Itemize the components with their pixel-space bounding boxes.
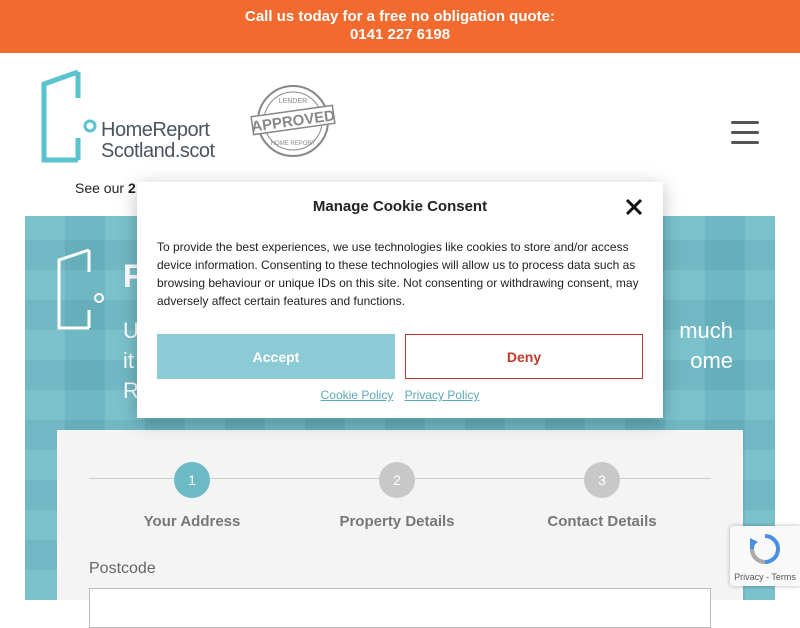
site-logo[interactable]: HomeReport Scotland.scot: [40, 68, 240, 163]
step-contact-details[interactable]: 3 Contact Details: [522, 462, 682, 530]
menu-hamburger-icon[interactable]: [731, 121, 759, 145]
recaptcha-icon: [750, 534, 780, 564]
modal-body-text: To provide the best experiences, we use …: [157, 240, 639, 308]
phone-number-link[interactable]: 0141 227 6198: [0, 26, 800, 44]
deny-button[interactable]: Deny: [405, 334, 643, 379]
reviews-strip[interactable]: See our 2: [75, 180, 136, 196]
modal-links: Cookie Policy Privacy Policy: [137, 388, 663, 402]
logo-door-icon: [41, 69, 97, 163]
close-icon[interactable]: [623, 196, 645, 218]
step-property-details[interactable]: 2 Property Details: [317, 462, 477, 530]
promo-text: Call us today for a free no obligation q…: [244, 8, 555, 25]
logo-wordmark: HomeReport Scotland.scot: [101, 120, 215, 162]
badge-top-text: LENDER: [279, 98, 307, 105]
step-your-address[interactable]: 1 Your Address: [112, 462, 272, 530]
reviews-count: 2: [127, 180, 136, 196]
logo-line-2: Scotland.scot: [101, 140, 215, 162]
step-label: Contact Details: [547, 513, 657, 530]
postcode-input[interactable]: [89, 588, 711, 628]
privacy-policy-link[interactable]: Privacy Policy: [405, 388, 480, 402]
modal-title: Manage Cookie Consent: [312, 198, 488, 215]
recaptcha-text[interactable]: Privacy - Terms: [730, 572, 800, 582]
cookie-policy-link[interactable]: Cookie Policy: [321, 388, 394, 402]
cookie-consent-modal: Manage Cookie Consent To provide the bes…: [137, 182, 663, 418]
reviews-prefix: See our: [75, 180, 125, 196]
step-number: 3: [584, 462, 620, 498]
postcode-label: Postcode: [89, 560, 156, 577]
recaptcha-badge[interactable]: Privacy - Terms: [730, 526, 800, 586]
hero-door-icon: [57, 248, 104, 330]
step-number: 1: [174, 462, 210, 498]
quote-form-card: 1 Your Address 2 Property Details 3 Cont…: [57, 430, 743, 628]
top-promo-bar: Call us today for a free no obligation q…: [0, 0, 800, 53]
logo-line-1: HomeReport: [101, 119, 210, 141]
step-label: Property Details: [339, 513, 455, 530]
step-label: Your Address: [143, 513, 241, 530]
step-number: 2: [379, 462, 415, 498]
badge-bottom-text: HOME REPORT: [271, 141, 316, 147]
accept-button[interactable]: Accept: [157, 334, 395, 379]
lender-approved-badge: LENDER APPROVED HOME REPORT: [250, 85, 336, 157]
